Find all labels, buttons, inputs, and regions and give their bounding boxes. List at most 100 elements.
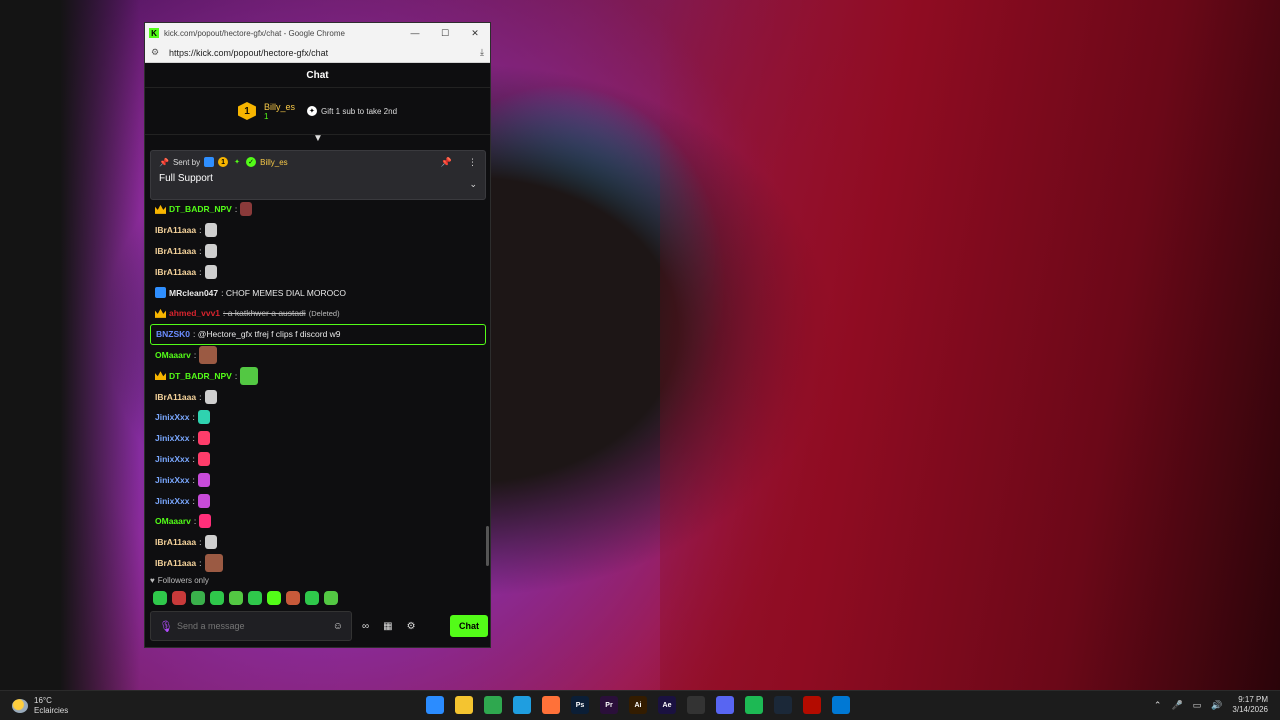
emote-image[interactable]	[204, 535, 217, 550]
chat-username[interactable]: OMaaarv	[155, 516, 191, 526]
chat-message: IBrA11aaa:	[150, 553, 486, 574]
quick-emote[interactable]	[267, 591, 281, 605]
clock-date: 3/14/2026	[1232, 705, 1268, 714]
kicks-icon[interactable]: ∞	[358, 621, 373, 632]
edge-icon[interactable]	[513, 696, 531, 714]
emote-image[interactable]	[197, 431, 210, 446]
quick-emote[interactable]	[229, 591, 243, 605]
discord-icon[interactable]	[716, 696, 734, 714]
url-text[interactable]: https://kick.com/popout/hectore-gfx/chat	[165, 48, 470, 58]
leader-info[interactable]: Billy_es 1	[264, 102, 295, 121]
leader-name: Billy_es	[263, 101, 295, 112]
quick-emote[interactable]	[210, 591, 224, 605]
gift-icon: ✦	[306, 106, 317, 116]
quick-emote[interactable]	[153, 591, 167, 605]
gift-sub-prompt[interactable]: ✦ Gift 1 sub to take 2nd	[306, 106, 397, 116]
quick-emote[interactable]	[191, 591, 205, 605]
pinned-text: Full Support	[159, 173, 213, 184]
quick-emote[interactable]	[172, 591, 186, 605]
window-titlebar: K kick.com/popout/hectore-gfx/chat - Goo…	[145, 23, 490, 43]
windows-start-icon[interactable]	[426, 696, 444, 714]
emote-image[interactable]	[197, 451, 210, 466]
clock[interactable]: 9:17 PM 3/14/2026	[1232, 695, 1268, 715]
chat-scrollbar[interactable]	[486, 526, 489, 566]
emote-image[interactable]	[199, 345, 218, 364]
chat-username[interactable]: JinixXxx	[155, 433, 190, 443]
weather-widget[interactable]: 16°C Eclaircies	[12, 696, 68, 716]
chat-username[interactable]: JinixXxx	[155, 496, 190, 506]
chat-username[interactable]: IBrA11aaa	[155, 225, 196, 235]
chat-username[interactable]: IBrA11aaa	[155, 537, 196, 547]
chevron-down-icon[interactable]: ⌄	[469, 179, 477, 190]
pinned-message: 📌 Sent by 1 ✦ ✓ Billy_es Full Support 📌 …	[150, 150, 486, 200]
maximize-button[interactable]: ☐	[430, 28, 460, 39]
volume-icon[interactable]: 🔊	[1211, 700, 1222, 711]
chat-username[interactable]: MRclean047	[169, 288, 218, 298]
close-button[interactable]: ✕	[460, 28, 490, 39]
chat-username[interactable]: DT_BADR_NPV	[169, 204, 232, 214]
emote-image[interactable]	[197, 472, 210, 487]
chat-message: JinixXxx:	[150, 469, 486, 490]
obs-icon[interactable]	[687, 696, 705, 714]
emoji-icon[interactable]: ☺	[333, 621, 343, 632]
chat-message: IBrA11aaa:	[150, 386, 486, 407]
site-settings-icon[interactable]: ⚙	[151, 47, 165, 58]
steam-icon[interactable]	[774, 696, 792, 714]
send-chat-button[interactable]: Chat	[450, 615, 488, 637]
microphone-tray-icon[interactable]: 🎤	[1171, 700, 1182, 711]
file-explorer-icon[interactable]	[455, 696, 473, 714]
emote-image[interactable]	[204, 223, 217, 238]
chat-username[interactable]: IBrA11aaa	[155, 558, 196, 568]
emote-image[interactable]	[204, 243, 217, 258]
chat-username[interactable]: JinixXxx	[155, 454, 190, 464]
collapse-leaderboard-icon[interactable]: ▼	[313, 133, 323, 144]
chat-message-text: : a katkhwer a austadi	[223, 308, 306, 319]
chat-username[interactable]: IBrA11aaa	[155, 392, 196, 402]
download-icon[interactable]: ⤓	[470, 47, 484, 58]
vscode-icon[interactable]	[832, 696, 850, 714]
chat-username[interactable]: ahmed_vvv1	[169, 308, 220, 318]
unpin-icon[interactable]: 📌	[441, 157, 452, 168]
illustrator-icon[interactable]: Ai	[629, 696, 647, 714]
chat-username[interactable]: DT_BADR_NPV	[169, 371, 232, 381]
microphone-icon[interactable]: 🎙	[159, 620, 177, 633]
chat-username[interactable]: BNZSK0	[156, 329, 190, 339]
chat-username[interactable]: OMaaarv	[155, 350, 191, 360]
emote-image[interactable]	[240, 202, 253, 217]
premiere-icon[interactable]: Pr	[600, 696, 618, 714]
photoshop-icon[interactable]: Ps	[571, 696, 589, 714]
more-options-icon[interactable]: ⋮	[468, 157, 477, 168]
emote-image[interactable]	[204, 264, 217, 279]
crown-badge-icon	[155, 204, 166, 214]
chat-username[interactable]: IBrA11aaa	[155, 267, 196, 277]
emote-image[interactable]	[204, 553, 223, 572]
emote-image[interactable]	[204, 389, 217, 404]
acrobat-icon[interactable]	[803, 696, 821, 714]
message-input[interactable]	[177, 621, 333, 631]
emote-image[interactable]	[199, 514, 212, 529]
quick-emote[interactable]	[324, 591, 338, 605]
quick-emote[interactable]	[305, 591, 319, 605]
emote-image[interactable]	[240, 366, 259, 385]
quick-emote[interactable]	[248, 591, 262, 605]
chat-message: BNZSK0: @Hectore_gfx tfrej f clips f dis…	[150, 323, 486, 345]
emote-image[interactable]	[197, 410, 210, 425]
chat-username[interactable]: JinixXxx	[155, 475, 190, 485]
firefox-icon[interactable]	[542, 696, 560, 714]
pinned-sender-name[interactable]: Billy_es	[260, 158, 288, 167]
store-icon[interactable]: ▦	[379, 621, 396, 632]
chat-username[interactable]: IBrA11aaa	[155, 246, 196, 256]
chat-username[interactable]: JinixXxx	[155, 412, 190, 422]
emote-image[interactable]	[197, 493, 210, 508]
chat-message: DT_BADR_NPV:	[150, 365, 486, 386]
chrome-icon[interactable]	[484, 696, 502, 714]
chat-message-text: :	[192, 433, 195, 444]
quick-emote[interactable]	[286, 591, 300, 605]
spotify-icon[interactable]	[745, 696, 763, 714]
network-icon[interactable]: ▭	[1193, 700, 1202, 711]
settings-gear-icon[interactable]: ⚙	[403, 621, 420, 632]
after-effects-icon[interactable]: Ae	[658, 696, 676, 714]
minimize-button[interactable]: —	[400, 28, 430, 38]
chevron-up-icon[interactable]: ⌃	[1154, 700, 1162, 711]
pin-icon: 📌	[159, 157, 169, 167]
